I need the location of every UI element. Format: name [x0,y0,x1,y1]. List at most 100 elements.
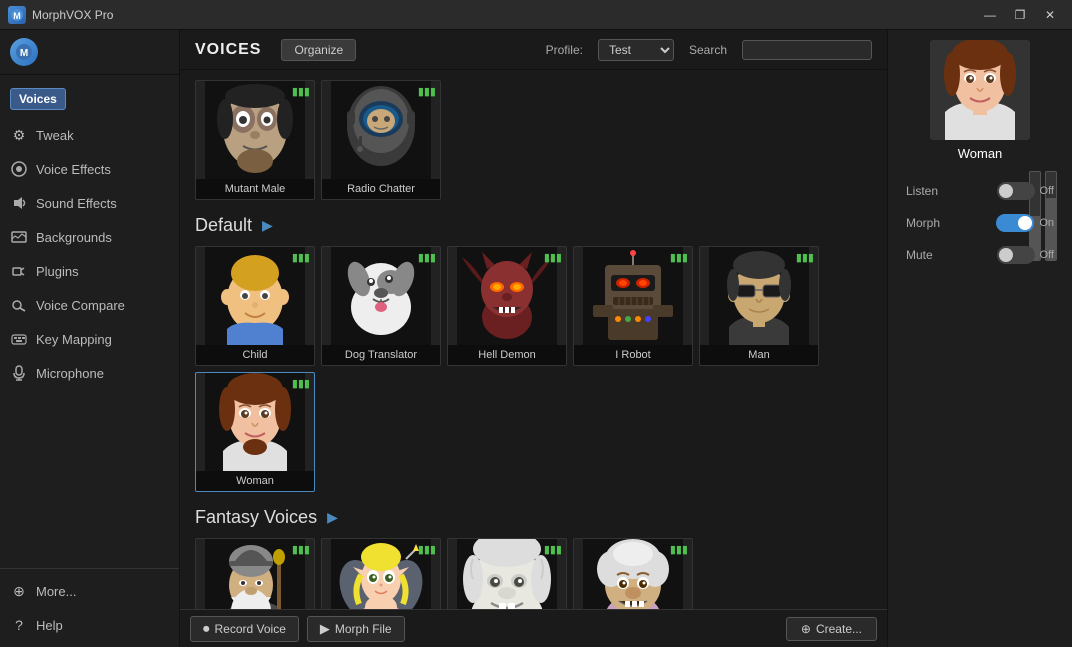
voice-card-child[interactable]: ▮▮▮ Child [195,246,315,366]
restore-button[interactable]: ❐ [1006,4,1034,26]
svg-text:M: M [13,11,21,21]
search-label: Search [689,43,727,57]
sidebar-item-voice-effects[interactable]: Voice Effects [0,152,179,186]
section-arrow-default[interactable]: ▶ [262,217,273,234]
sidebar-item-microphone[interactable]: Microphone [0,356,179,390]
voice-label-man: Man [700,345,818,365]
signal-icon-child: ▮▮▮ [292,251,310,264]
sidebar-label-backgrounds: Backgrounds [36,230,112,245]
svg-text:M: M [20,48,28,59]
sidebar-item-plugins[interactable]: Plugins [0,254,179,288]
morph-toggle[interactable] [996,214,1034,232]
mute-control: Mute Off [906,246,1054,264]
voice-label-hell-demon: Hell Demon [448,345,566,365]
morph-file-button[interactable]: ▶ Morph File [307,616,405,642]
signal-icon-radio-chatter: ▮▮▮ [418,85,436,98]
voice-card-dog-translator[interactable]: ▮▮▮ Dog Translator [321,246,441,366]
sidebar: M Voices ⚙ Tweak Voice Effects [0,30,180,647]
signal-icon-woman: ▮▮▮ [292,377,310,390]
listen-toggle-area: Off [997,182,1054,200]
morph-control: Morph On [906,214,1054,232]
signal-icon-nasty-gnome: ▮▮▮ [670,543,688,556]
sound-effects-icon [10,194,28,212]
section-header-default: Default ▶ [195,215,872,236]
voice-compare-icon [10,296,28,314]
voice-label-i-robot: I Robot [574,345,692,365]
morph-state: On [1039,217,1054,229]
logo-icon: M [10,38,38,66]
morph-toggle-area: On [996,214,1054,232]
minimize-button[interactable]: — [976,4,1004,26]
voice-card-giant[interactable]: ▮▮▮ Giant [447,538,567,609]
sidebar-label-sound-effects: Sound Effects [36,196,117,211]
signal-icon-dwarf: ▮▮▮ [292,543,310,556]
sidebar-item-sound-effects[interactable]: Sound Effects [0,186,179,220]
profile-label: Profile: [546,43,583,57]
listen-label: Listen [906,184,951,198]
default-voice-grid: ▮▮▮ Child [195,246,872,492]
signal-icon-man: ▮▮▮ [796,251,814,264]
mute-toggle[interactable] [997,246,1035,264]
sidebar-label-help: Help [36,618,63,633]
mute-label: Mute [906,248,951,262]
sidebar-item-help[interactable]: ? Help [0,608,179,642]
sidebar-item-voices[interactable]: Voices [0,80,179,118]
help-icon: ? [10,616,28,634]
app-icon: M [8,6,26,24]
voice-card-man[interactable]: ▮▮▮ Man [699,246,819,366]
voice-card-female-pixie[interactable]: ▮▮▮ Female Pixie [321,538,441,609]
sidebar-label-voice-compare: Voice Compare [36,298,125,313]
signal-icon-mutant-male: ▮▮▮ [292,85,310,98]
sidebar-logo: M [0,30,179,75]
sidebar-nav: Voices ⚙ Tweak Voice Effects Sound Effec… [0,75,179,568]
create-button[interactable]: ⊕ Create... [786,617,877,641]
app-title: MorphVOX Pro [32,8,976,22]
microphone-icon [10,364,28,382]
voice-card-hell-demon[interactable]: ▮▮▮ Hell Demon [447,246,567,366]
window-controls: — ❐ ✕ [976,4,1064,26]
backgrounds-icon [10,228,28,246]
voice-label-radio-chatter: Radio Chatter [322,179,440,199]
preview-image [930,40,1030,140]
voice-card-i-robot[interactable]: ▮▮▮ I Robot [573,246,693,366]
sidebar-label-more: More... [36,584,76,599]
sidebar-item-key-mapping[interactable]: Key Mapping [0,322,179,356]
signal-icon-female-pixie: ▮▮▮ [418,543,436,556]
sidebar-item-tweak[interactable]: ⚙ Tweak [0,118,179,152]
record-voice-icon: ⏺ [203,621,210,637]
mute-toggle-area: Off [997,246,1054,264]
sidebar-item-voice-compare[interactable]: Voice Compare [0,288,179,322]
search-input[interactable] [742,40,872,60]
title-bar: M MorphVOX Pro — ❐ ✕ [0,0,1072,30]
mute-state: Off [1040,249,1054,261]
content-area: VOICES Organize Profile: Test Default Cu… [180,30,887,647]
record-voice-button[interactable]: ⏺ Record Voice [190,616,299,642]
section-label-fantasy: Fantasy Voices [195,507,317,528]
listen-control: Listen Off [906,182,1054,200]
voices-button[interactable]: Voices [10,88,66,110]
profile-select[interactable]: Test Default Custom [598,39,674,61]
signal-icon-hell-demon: ▮▮▮ [544,251,562,264]
voice-card-radio-chatter[interactable]: ▮▮▮ Radio Chatter [321,80,441,200]
section-label-default: Default [195,215,252,236]
voice-card-nasty-gnome[interactable]: ▮▮▮ Nasty Gnome [573,538,693,609]
voice-label-child: Child [196,345,314,365]
key-mapping-icon [10,330,28,348]
sidebar-label-plugins: Plugins [36,264,79,279]
voice-card-dwarf[interactable]: ▮▮▮ Dwarf [195,538,315,609]
more-icon: ⊕ [10,582,28,600]
organize-button[interactable]: Organize [281,39,356,61]
close-button[interactable]: ✕ [1036,4,1064,26]
listen-toggle[interactable] [997,182,1035,200]
sidebar-item-more[interactable]: ⊕ More... [0,574,179,608]
voice-card-woman[interactable]: ▮▮▮ Woman [195,372,315,492]
signal-icon-dog-translator: ▮▮▮ [418,251,436,264]
bottom-bar: ⏺ Record Voice ▶ Morph File ⊕ Create... [180,609,887,647]
right-panel: Woman Listen Off M [887,30,1072,647]
voice-card-mutant-male[interactable]: ▮▮▮ Mutant Male [195,80,315,200]
create-icon: ⊕ [801,622,811,636]
sidebar-item-backgrounds[interactable]: Backgrounds [0,220,179,254]
listen-state: Off [1040,185,1054,197]
section-arrow-fantasy[interactable]: ▶ [327,509,338,526]
main-layout: M Voices ⚙ Tweak Voice Effects [0,30,1072,647]
